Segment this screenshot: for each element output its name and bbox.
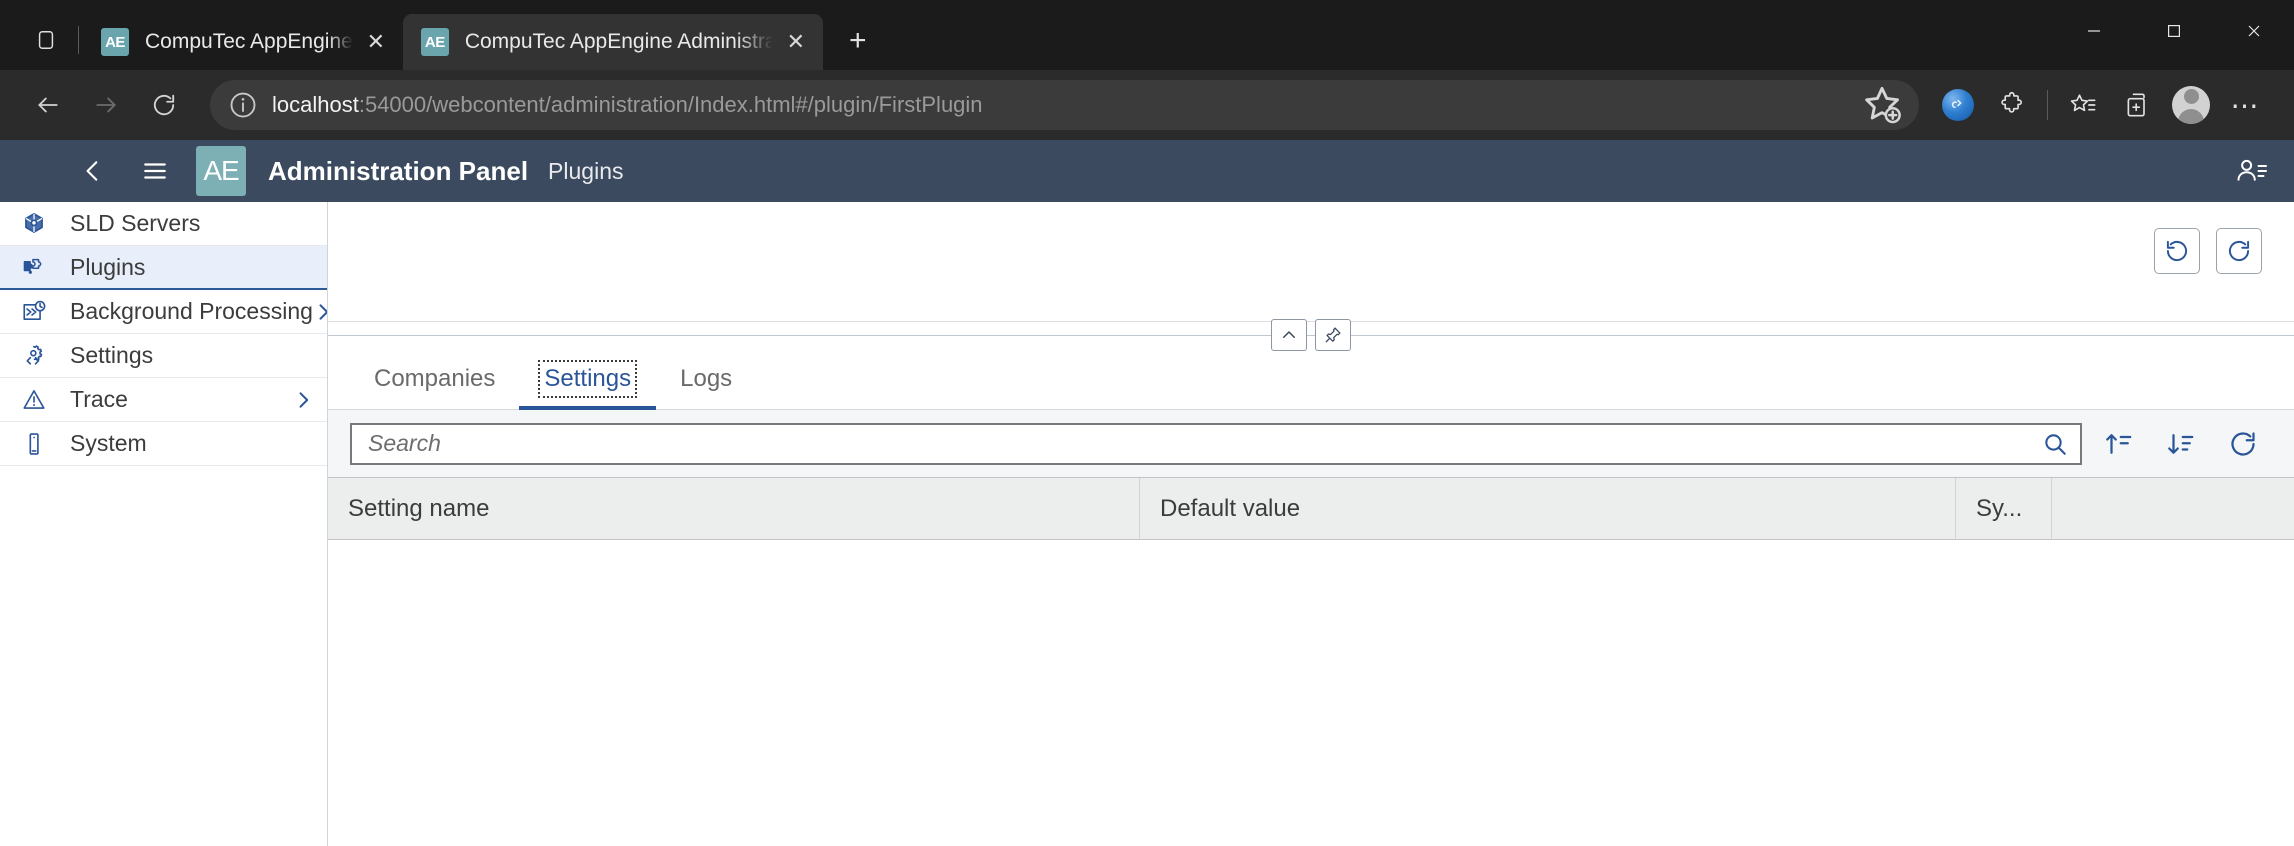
panel-actions <box>2154 228 2262 274</box>
refresh-table-button[interactable] <box>2218 419 2268 469</box>
sidebar-item-label: SLD Servers <box>70 210 201 236</box>
sort-descending-button[interactable] <box>2156 419 2206 469</box>
url-text[interactable]: localhost:54000/webcontent/administratio… <box>272 92 1859 118</box>
splitter-buttons <box>1271 319 1351 351</box>
copilot-icon[interactable] <box>1931 78 1985 132</box>
browser-navbar: localhost:54000/webcontent/administratio… <box>0 70 2294 140</box>
settings-and-more-icon[interactable]: ⋯ <box>2218 78 2272 132</box>
add-favorite-star-icon[interactable] <box>1859 82 1905 128</box>
plugin-detail-panel <box>328 202 2294 322</box>
tab-favicon-icon: AE <box>101 28 129 56</box>
chevron-right-icon <box>313 302 327 322</box>
refresh-right-button[interactable] <box>2216 228 2262 274</box>
main-content: Companies Settings Logs Search Setting n… <box>328 202 2294 846</box>
table-body <box>328 540 2294 846</box>
breadcrumb: Plugins <box>548 157 624 184</box>
url-path: :54000/webcontent/administration/Index.h… <box>358 92 983 117</box>
tab-companies[interactable]: Companies <box>350 348 519 409</box>
user-account-icon[interactable] <box>2234 156 2268 186</box>
favorites-star-list-icon[interactable] <box>2056 78 2110 132</box>
tab-label: Companies <box>374 364 496 392</box>
collapse-all-button[interactable] <box>2094 419 2144 469</box>
sidebar-item-label: Settings <box>70 342 154 368</box>
tab-settings[interactable]: Settings <box>519 348 656 410</box>
tab-title: CompuTec AppEngine Administration <box>464 30 773 53</box>
sidebar-item-label: Plugins <box>70 253 146 280</box>
content-tabs: Companies Settings Logs <box>328 348 2294 410</box>
table-header-row: Setting name Default value Sy... <box>328 478 2294 540</box>
app-logo: AE <box>196 146 246 196</box>
refresh-icon[interactable] <box>138 79 190 131</box>
minimize-icon[interactable] <box>2054 0 2134 62</box>
collapse-panel-button[interactable] <box>1271 319 1307 351</box>
column-header-setting-name[interactable]: Setting name <box>328 478 1140 539</box>
column-header-system[interactable]: Sy... <box>1956 478 2052 539</box>
column-header-default-value[interactable]: Default value <box>1140 478 1956 539</box>
background-processing-icon <box>14 297 54 327</box>
magnifier-icon[interactable] <box>2042 431 2068 457</box>
site-information-icon[interactable] <box>228 90 258 120</box>
tab-label: Logs <box>680 364 733 392</box>
page-title: Administration Panel <box>268 155 529 186</box>
refresh-left-button[interactable] <box>2154 228 2200 274</box>
sidebar-item-label: System <box>70 430 147 456</box>
search-input[interactable] <box>366 429 2042 458</box>
profile-avatar-icon[interactable] <box>2164 78 2218 132</box>
toolbar-divider <box>2047 90 2048 120</box>
browser-tab-2[interactable]: AE CompuTec AppEngine Administration ✕ <box>402 14 823 70</box>
close-icon[interactable] <box>2214 0 2294 62</box>
tabstrip-divider <box>78 26 79 54</box>
cube-icon <box>14 209 54 239</box>
address-bar[interactable]: localhost:54000/webcontent/administratio… <box>210 80 1919 130</box>
hamburger-menu-icon[interactable] <box>124 140 186 202</box>
sidebar-item-label: Background Processing <box>70 298 313 324</box>
browser-toolbar: ⋯ <box>1931 78 2272 132</box>
browser-window: AE CompuTec AppEngine ✕ AE CompuTec AppE… <box>0 0 2294 846</box>
tab-close-icon[interactable]: ✕ <box>359 25 393 59</box>
browser-tabstrip: AE CompuTec AppEngine ✕ AE CompuTec AppE… <box>0 0 2294 70</box>
url-host: localhost <box>272 92 359 117</box>
tab-label: Settings <box>538 359 638 398</box>
application-root: AE Administration Panel Plugins SLD Serv… <box>0 140 2294 846</box>
warning-triangle-icon <box>14 385 54 415</box>
sidebar-item-background-processing[interactable]: Background Processing <box>0 290 327 334</box>
extensions-puzzle-icon[interactable] <box>1985 78 2039 132</box>
puzzle-piece-icon <box>14 252 54 282</box>
back-chevron-icon[interactable] <box>62 140 124 202</box>
sidebar-item-sld-servers[interactable]: SLD Servers <box>0 202 327 246</box>
app-header: AE Administration Panel Plugins <box>0 140 2294 202</box>
chevron-right-icon <box>293 390 313 410</box>
sidebar-item-trace[interactable]: Trace <box>0 378 327 422</box>
tab-favicon-icon: AE <box>420 28 449 56</box>
sidebar-item-label: Trace <box>70 386 128 412</box>
browser-tab-1[interactable]: AE CompuTec AppEngine ✕ <box>83 14 403 70</box>
app-body: SLD Servers Plugins Background Processin… <box>0 202 2294 846</box>
tab-logs[interactable]: Logs <box>656 348 756 409</box>
new-tab-button[interactable]: + <box>835 18 881 64</box>
maximize-icon[interactable] <box>2134 0 2214 62</box>
sidebar: SLD Servers Plugins Background Processin… <box>0 202 328 846</box>
collections-icon[interactable] <box>2110 78 2164 132</box>
system-device-icon <box>14 429 54 459</box>
tab-title: CompuTec AppEngine <box>145 30 353 53</box>
search-field[interactable] <box>350 422 2082 465</box>
table-toolbar <box>328 410 2294 478</box>
panel-splitter[interactable] <box>328 319 2294 351</box>
tab-list-icon[interactable] <box>24 18 68 62</box>
forward-arrow-icon[interactable] <box>80 79 132 131</box>
back-arrow-icon[interactable] <box>22 79 74 131</box>
window-controls <box>2054 0 2294 62</box>
gear-code-icon <box>14 341 54 371</box>
sidebar-item-settings[interactable]: Settings <box>0 334 327 378</box>
tab-close-icon[interactable]: ✕ <box>779 25 813 59</box>
sidebar-item-system[interactable]: System <box>0 422 327 466</box>
address-bar-actions <box>1859 82 1905 128</box>
sidebar-item-plugins[interactable]: Plugins <box>0 246 327 290</box>
column-header-extra[interactable] <box>2052 478 2294 539</box>
pin-panel-button[interactable] <box>1315 319 1351 351</box>
